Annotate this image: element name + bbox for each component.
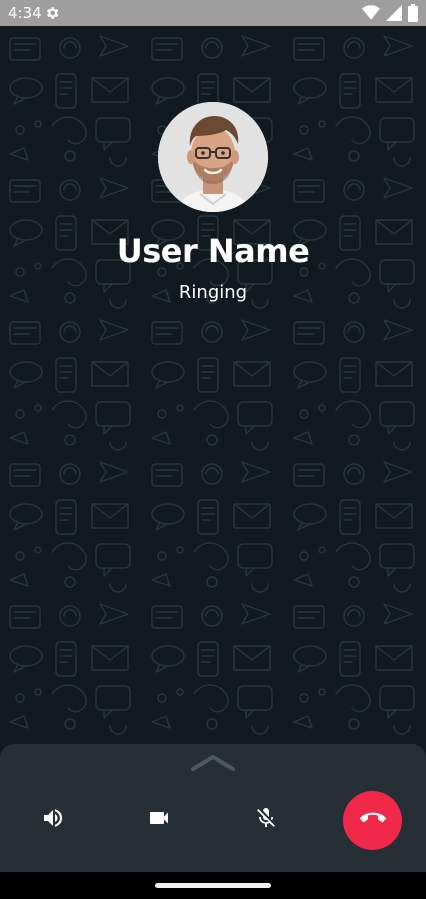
end-call-icon bbox=[359, 805, 386, 836]
call-status: Ringing bbox=[178, 282, 248, 303]
mic-off-icon bbox=[254, 806, 278, 835]
speaker-icon bbox=[41, 806, 65, 835]
signal-icon bbox=[386, 5, 402, 26]
caller-name: User Name bbox=[116, 232, 310, 270]
speaker-button[interactable] bbox=[25, 792, 81, 848]
status-time: 4:34 bbox=[8, 4, 42, 22]
mute-button[interactable] bbox=[238, 792, 294, 848]
video-button[interactable] bbox=[131, 792, 187, 848]
avatar bbox=[158, 102, 268, 212]
chevron-up-icon[interactable] bbox=[190, 752, 236, 772]
video-icon bbox=[147, 806, 171, 835]
wifi-icon bbox=[362, 5, 380, 26]
status-bar: 4:34 bbox=[0, 0, 426, 26]
battery-icon bbox=[408, 4, 418, 27]
settings-icon bbox=[44, 5, 60, 21]
home-gesture-handle[interactable] bbox=[155, 883, 271, 888]
end-call-button[interactable] bbox=[343, 791, 402, 850]
